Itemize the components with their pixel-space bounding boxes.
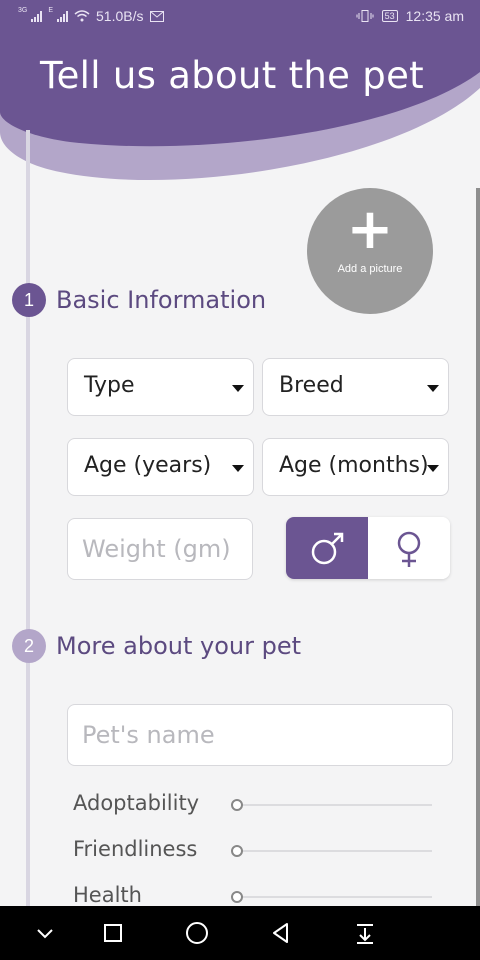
slider-track <box>236 850 432 852</box>
female-option[interactable] <box>368 517 450 579</box>
age-months-dropdown[interactable]: Age (months) <box>262 438 449 496</box>
slider-track <box>236 804 432 806</box>
mail-icon <box>149 10 164 22</box>
age-years-dropdown[interactable]: Age (years) <box>67 438 254 496</box>
add-picture-button[interactable]: + Add a picture <box>307 188 433 314</box>
male-option[interactable] <box>286 517 368 579</box>
slider-thumb[interactable] <box>231 799 243 811</box>
vibrate-icon <box>356 10 374 22</box>
section-title: Basic Information <box>56 286 267 314</box>
age-years-dropdown-label: Age (years) <box>84 453 212 478</box>
network-3g-label: 3G <box>18 6 28 14</box>
recent-apps-icon[interactable] <box>98 918 128 948</box>
weight-placeholder: Weight (gm) <box>82 535 231 563</box>
type-dropdown[interactable]: Type <box>67 358 254 416</box>
step-number: 1 <box>12 283 46 317</box>
breed-dropdown[interactable]: Breed <box>262 358 449 416</box>
signal-icon-2 <box>57 10 69 22</box>
back-icon[interactable] <box>266 918 296 948</box>
header: Tell us about the pet <box>0 32 480 182</box>
notification-shade-icon[interactable] <box>350 918 380 948</box>
network-e-label: E <box>48 6 54 14</box>
section-title: More about your pet <box>56 632 302 660</box>
slider-label: Health <box>73 883 142 907</box>
caret-down-icon <box>232 465 244 472</box>
signal-icon <box>31 10 43 22</box>
slider-label: Adoptability <box>73 791 200 815</box>
section-more-about-pet: 2 More about your pet <box>12 629 301 663</box>
caret-down-icon <box>232 385 244 392</box>
adoptability-slider[interactable]: Adoptability <box>73 789 433 819</box>
type-dropdown-label: Type <box>84 373 135 398</box>
slider-thumb[interactable] <box>231 891 243 903</box>
step-number: 2 <box>12 629 46 663</box>
section-basic-information: 1 Basic Information <box>12 283 266 317</box>
caret-down-icon <box>427 465 439 472</box>
timeline-line <box>26 130 30 910</box>
slider-label: Friendliness <box>73 837 198 861</box>
page-title: Tell us about the pet <box>40 54 424 97</box>
status-bar: 3G E 51.0B/s 53 12:35 am <box>0 0 480 32</box>
male-icon <box>311 532 344 565</box>
plus-icon: + <box>346 197 394 262</box>
pet-name-input[interactable]: Pet's name <box>67 704 453 766</box>
caret-down-icon <box>427 385 439 392</box>
pet-name-placeholder: Pet's name <box>82 721 215 749</box>
home-icon[interactable] <box>182 918 212 948</box>
friendliness-slider[interactable]: Friendliness <box>73 835 433 865</box>
scrollbar[interactable] <box>476 188 480 908</box>
network-speed: 51.0B/s <box>96 8 144 24</box>
clock: 12:35 am <box>405 8 464 24</box>
weight-input[interactable]: Weight (gm) <box>67 518 253 580</box>
age-months-dropdown-label: Age (months) <box>279 453 429 478</box>
wifi-icon <box>74 10 90 22</box>
breed-dropdown-label: Breed <box>279 373 344 398</box>
navigation-bar <box>0 906 480 960</box>
chevron-down-icon[interactable] <box>30 918 60 948</box>
slider-thumb[interactable] <box>231 845 243 857</box>
gender-toggle <box>286 517 450 579</box>
female-icon <box>397 531 421 567</box>
battery-icon: 53 <box>381 10 398 22</box>
slider-track <box>236 896 432 898</box>
add-picture-label: Add a picture <box>337 263 403 275</box>
